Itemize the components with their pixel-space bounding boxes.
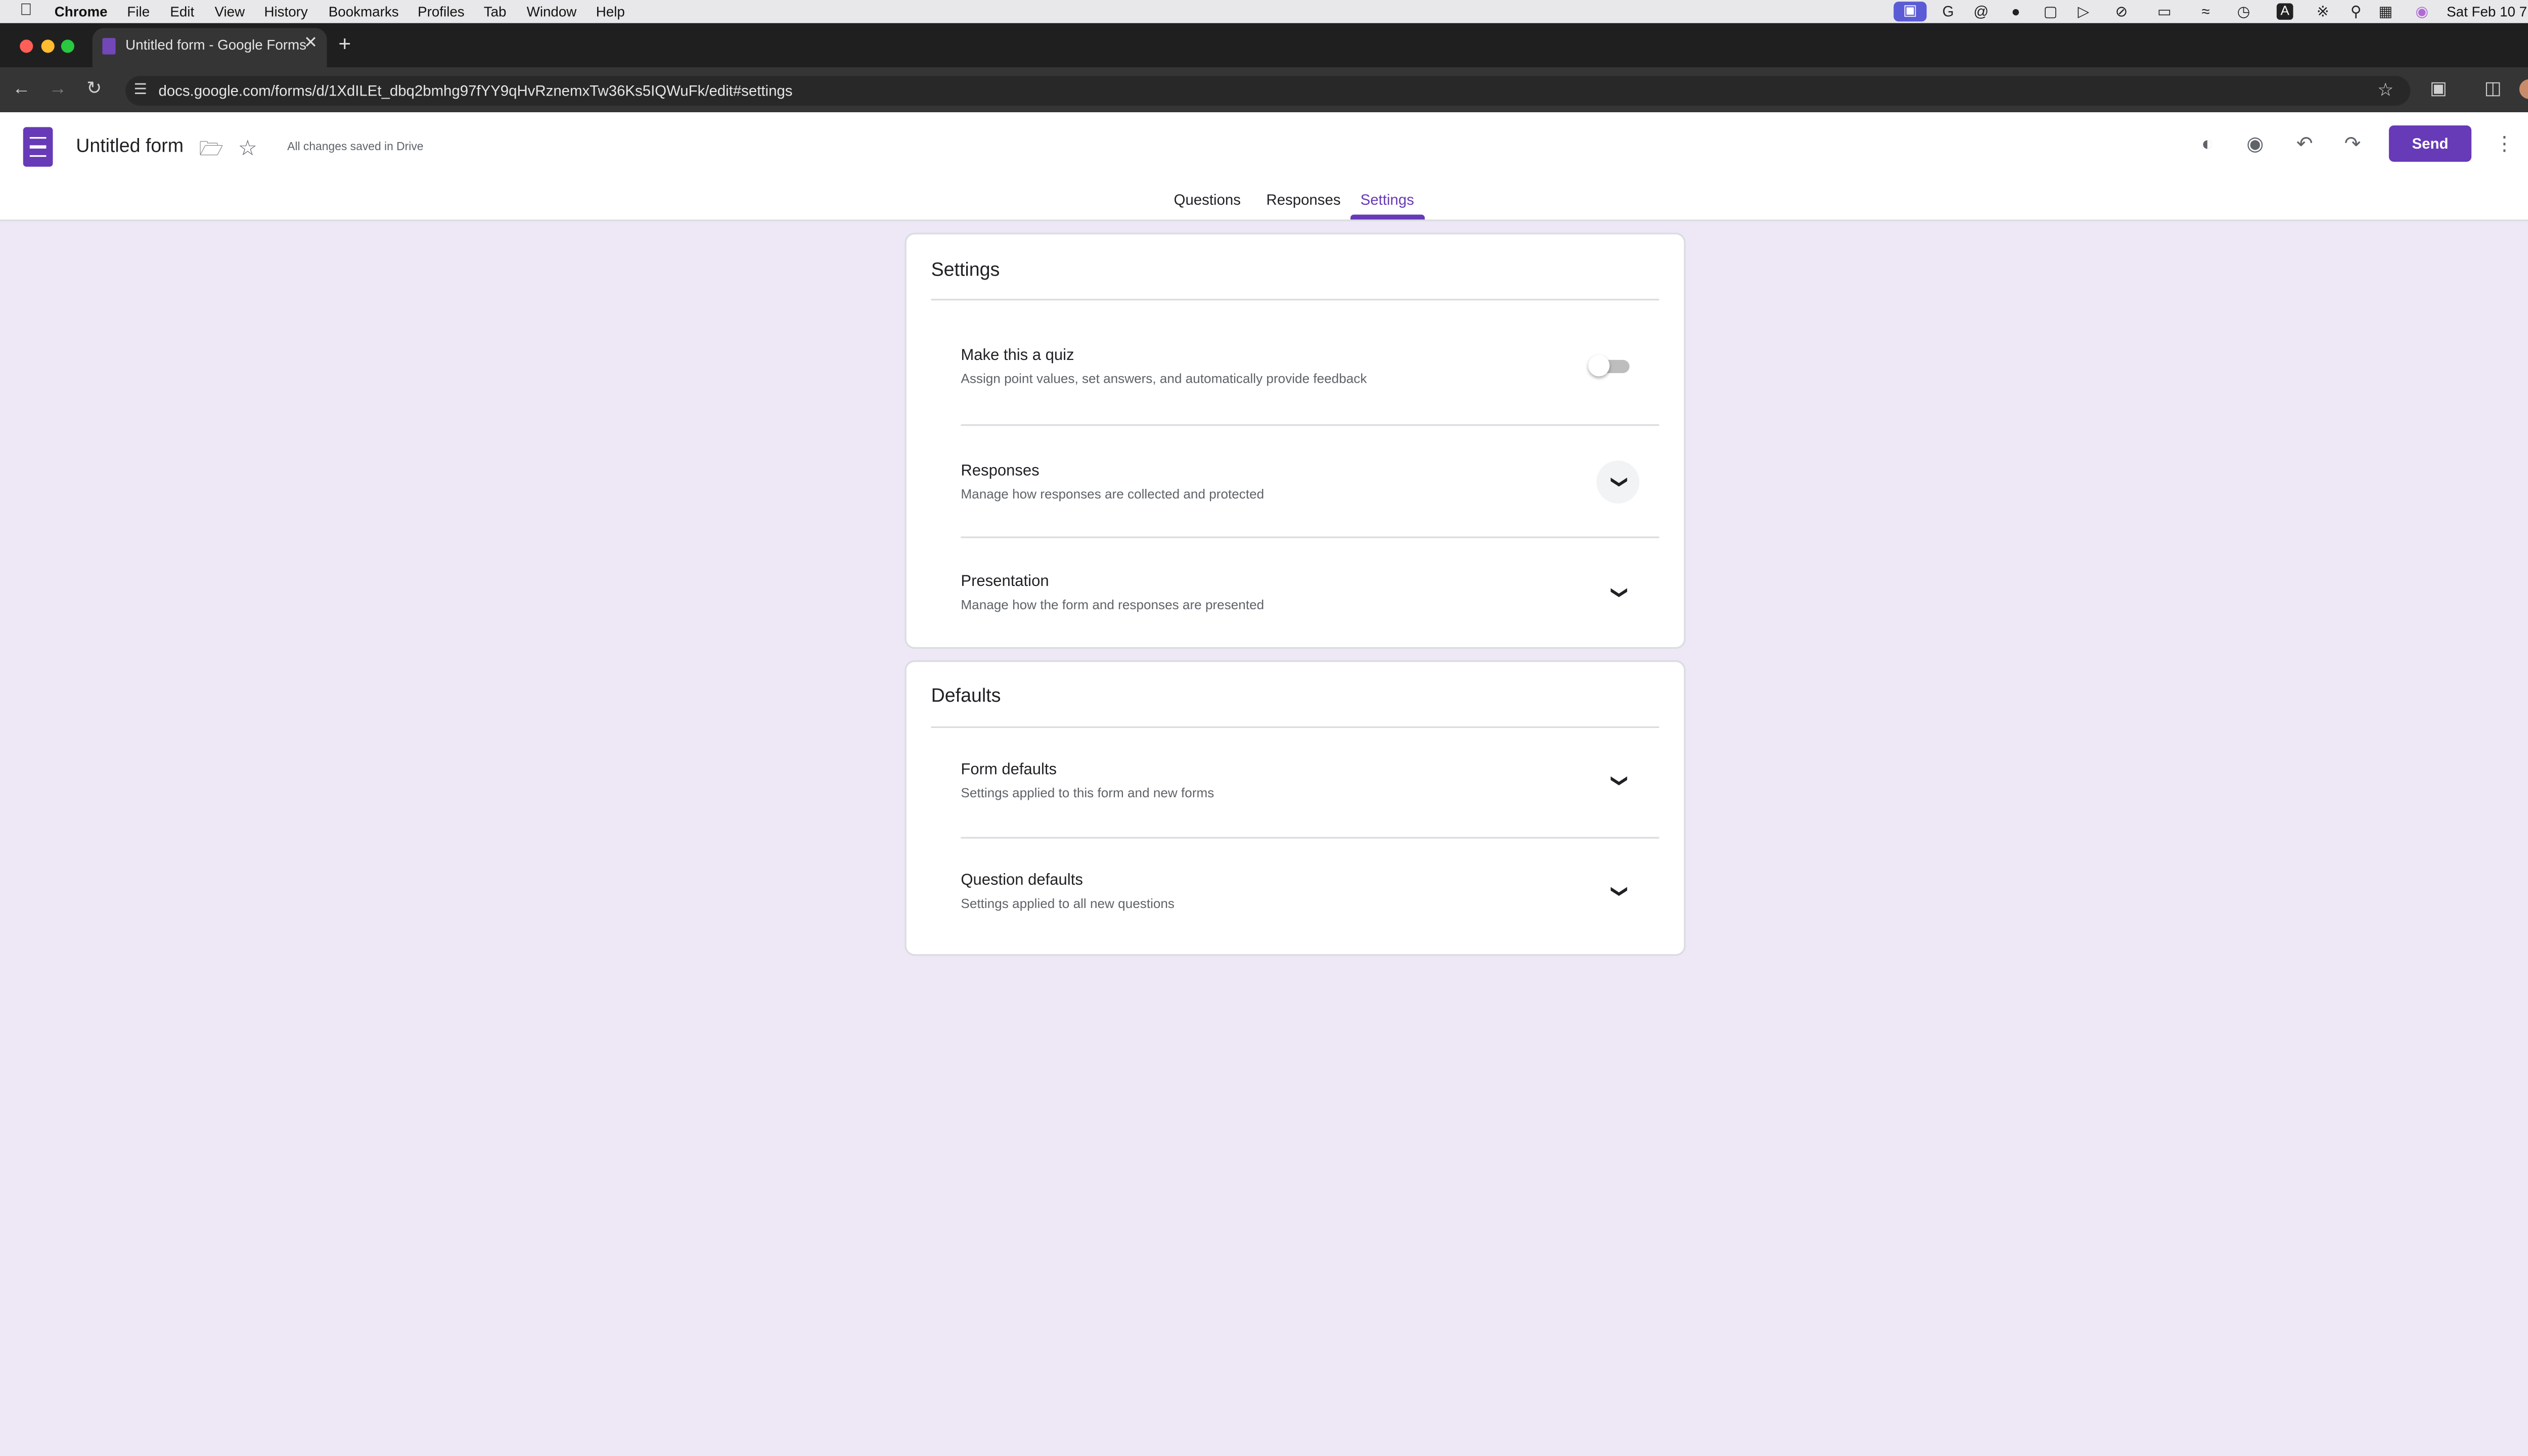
presentation-subtitle: Manage how the form and responses are pr… bbox=[961, 598, 1265, 613]
form-title[interactable]: Untitled form bbox=[76, 137, 184, 157]
defaults-card: Defaults Form defaults Settings applied … bbox=[905, 660, 1686, 956]
settings-card: Settings Make this a quiz Assign point v… bbox=[905, 233, 1686, 649]
quiz-title: Make this a quiz bbox=[961, 346, 1074, 365]
screen-share-icon[interactable]: ▣ bbox=[1893, 2, 1927, 22]
quiz-subtitle: Assign point values, set answers, and au… bbox=[961, 371, 1367, 387]
browser-tab-active[interactable]: Untitled form - Google Forms ✕ bbox=[92, 28, 327, 68]
more-options-icon[interactable]: ⋮ bbox=[2491, 130, 2517, 157]
chevron-down-icon[interactable]: ❯ bbox=[1597, 870, 1640, 913]
question-defaults-subtitle: Settings applied to all new questions bbox=[961, 896, 1175, 912]
redo-icon[interactable]: ↷ bbox=[2339, 130, 2366, 157]
save-status: All changes saved in Drive bbox=[287, 142, 424, 154]
menu-edit[interactable]: Edit bbox=[170, 4, 194, 20]
tab-strip: Untitled form - Google Forms ✕ + ⌄ bbox=[0, 23, 2528, 68]
clock-icon[interactable]: ◷ bbox=[2235, 4, 2252, 20]
tab-questions[interactable]: Questions bbox=[1174, 192, 1241, 208]
quiz-setting-row[interactable]: Make this a quiz Assign point values, se… bbox=[907, 300, 1684, 424]
new-tab-icon[interactable]: + bbox=[338, 31, 351, 56]
send-button[interactable]: Send bbox=[2388, 125, 2472, 162]
battery-icon[interactable]: ▭ bbox=[2151, 4, 2178, 20]
site-info-icon[interactable]: ☰ bbox=[133, 81, 147, 99]
quiz-toggle-knob[interactable] bbox=[1588, 355, 1610, 377]
bluetooth-icon[interactable]: ※ bbox=[2315, 4, 2331, 20]
reload-icon[interactable]: ↻ bbox=[82, 77, 106, 101]
zoom-window-button[interactable] bbox=[61, 38, 74, 52]
record-icon[interactable]: ● bbox=[2008, 4, 2024, 20]
menu-profiles[interactable]: Profiles bbox=[418, 4, 465, 20]
undo-icon[interactable]: ↶ bbox=[2291, 130, 2318, 157]
chevron-down-icon[interactable]: ❯ bbox=[1597, 759, 1640, 802]
compass-icon[interactable]: ⊘ bbox=[2113, 4, 2130, 20]
active-tab-indicator bbox=[1350, 214, 1425, 220]
bookmark-star-icon[interactable]: ☆ bbox=[2377, 79, 2394, 101]
form-defaults-title: Form defaults bbox=[961, 761, 1057, 780]
move-to-folder-icon[interactable]: 🗁 bbox=[198, 135, 224, 162]
forms-favicon-icon bbox=[102, 38, 116, 55]
close-tab-icon[interactable]: ✕ bbox=[304, 35, 318, 53]
presentation-setting-row[interactable]: Presentation Manage how the form and res… bbox=[907, 538, 1684, 647]
menu-tab[interactable]: Tab bbox=[484, 4, 507, 20]
settings-card-title: Settings bbox=[931, 260, 1000, 281]
responses-subtitle: Manage how responses are collected and p… bbox=[961, 487, 1265, 502]
responses-setting-row[interactable]: Responses Manage how responses are colle… bbox=[907, 426, 1684, 536]
star-icon[interactable]: ☆ bbox=[235, 135, 261, 162]
menu-help[interactable]: Help bbox=[596, 4, 625, 20]
mac-menu-bar:  Chrome File Edit View History Bookmark… bbox=[0, 0, 2528, 23]
url-text[interactable]: docs.google.com/forms/d/1XdILEt_dbq2bmhg… bbox=[158, 82, 792, 99]
profile-avatar-icon[interactable] bbox=[2519, 79, 2528, 99]
apple-icon[interactable]:  bbox=[20, 2, 32, 20]
close-window-button[interactable] bbox=[20, 38, 33, 52]
question-defaults-title: Question defaults bbox=[961, 872, 1083, 890]
customize-theme-icon[interactable]: ◐ bbox=[2194, 130, 2221, 157]
defaults-card-title: Defaults bbox=[931, 687, 1001, 707]
extensions-icon[interactable]: ▣ bbox=[2427, 77, 2450, 101]
menu-app-name[interactable]: Chrome bbox=[55, 4, 108, 20]
grammarly-icon[interactable]: G bbox=[1940, 4, 1957, 20]
address-bar[interactable]: ☰ docs.google.com/forms/d/1XdILEt_dbq2bm… bbox=[125, 76, 2411, 106]
browser-toolbar: ← → ↻ ☰ docs.google.com/forms/d/1XdILEt_… bbox=[0, 67, 2528, 113]
responses-title: Responses bbox=[961, 462, 1040, 481]
form-defaults-row[interactable]: Form defaults Settings applied to this f… bbox=[907, 728, 1684, 837]
chevron-down-icon[interactable]: ❯ bbox=[1596, 461, 1640, 504]
menu-window[interactable]: Window bbox=[527, 4, 577, 20]
side-panel-icon[interactable]: ◫ bbox=[2481, 77, 2505, 101]
presentation-title: Presentation bbox=[961, 573, 1049, 591]
menu-file[interactable]: File bbox=[127, 4, 150, 20]
wifi-icon[interactable]: ≈ bbox=[2197, 4, 2214, 20]
control-center-icon[interactable]: ▦ bbox=[2377, 4, 2394, 20]
input-source-icon[interactable]: A bbox=[2276, 3, 2293, 20]
menu-bookmarks[interactable]: Bookmarks bbox=[329, 4, 399, 20]
play-icon[interactable]: ▷ bbox=[2075, 4, 2092, 20]
tab-settings[interactable]: Settings bbox=[1361, 192, 1414, 208]
minimize-window-button[interactable] bbox=[41, 38, 55, 52]
menu-datetime[interactable]: Sat Feb 10 7:11 PM bbox=[2447, 4, 2528, 20]
question-defaults-row[interactable]: Question defaults Settings applied to al… bbox=[907, 839, 1684, 948]
tab-responses[interactable]: Responses bbox=[1266, 192, 1340, 208]
forms-logo-icon[interactable] bbox=[23, 127, 53, 167]
menu-history[interactable]: History bbox=[264, 4, 307, 20]
forward-icon[interactable]: → bbox=[46, 77, 69, 101]
at-icon[interactable]: @ bbox=[1973, 4, 1990, 20]
back-icon[interactable]: ← bbox=[10, 77, 33, 101]
tab-title: Untitled form - Google Forms bbox=[125, 36, 307, 53]
chevron-down-icon[interactable]: ❯ bbox=[1597, 571, 1640, 614]
form-defaults-subtitle: Settings applied to this form and new fo… bbox=[961, 786, 1214, 801]
square-icon[interactable]: ▢ bbox=[2042, 4, 2059, 20]
siri-icon[interactable]: ◉ bbox=[2414, 4, 2430, 20]
preview-icon[interactable]: ◉ bbox=[2242, 130, 2268, 157]
spotlight-icon[interactable]: ⚲ bbox=[2348, 4, 2364, 20]
forms-header: Untitled form 🗁 ☆ All changes saved in D… bbox=[0, 112, 2528, 221]
menu-view[interactable]: View bbox=[214, 4, 245, 20]
